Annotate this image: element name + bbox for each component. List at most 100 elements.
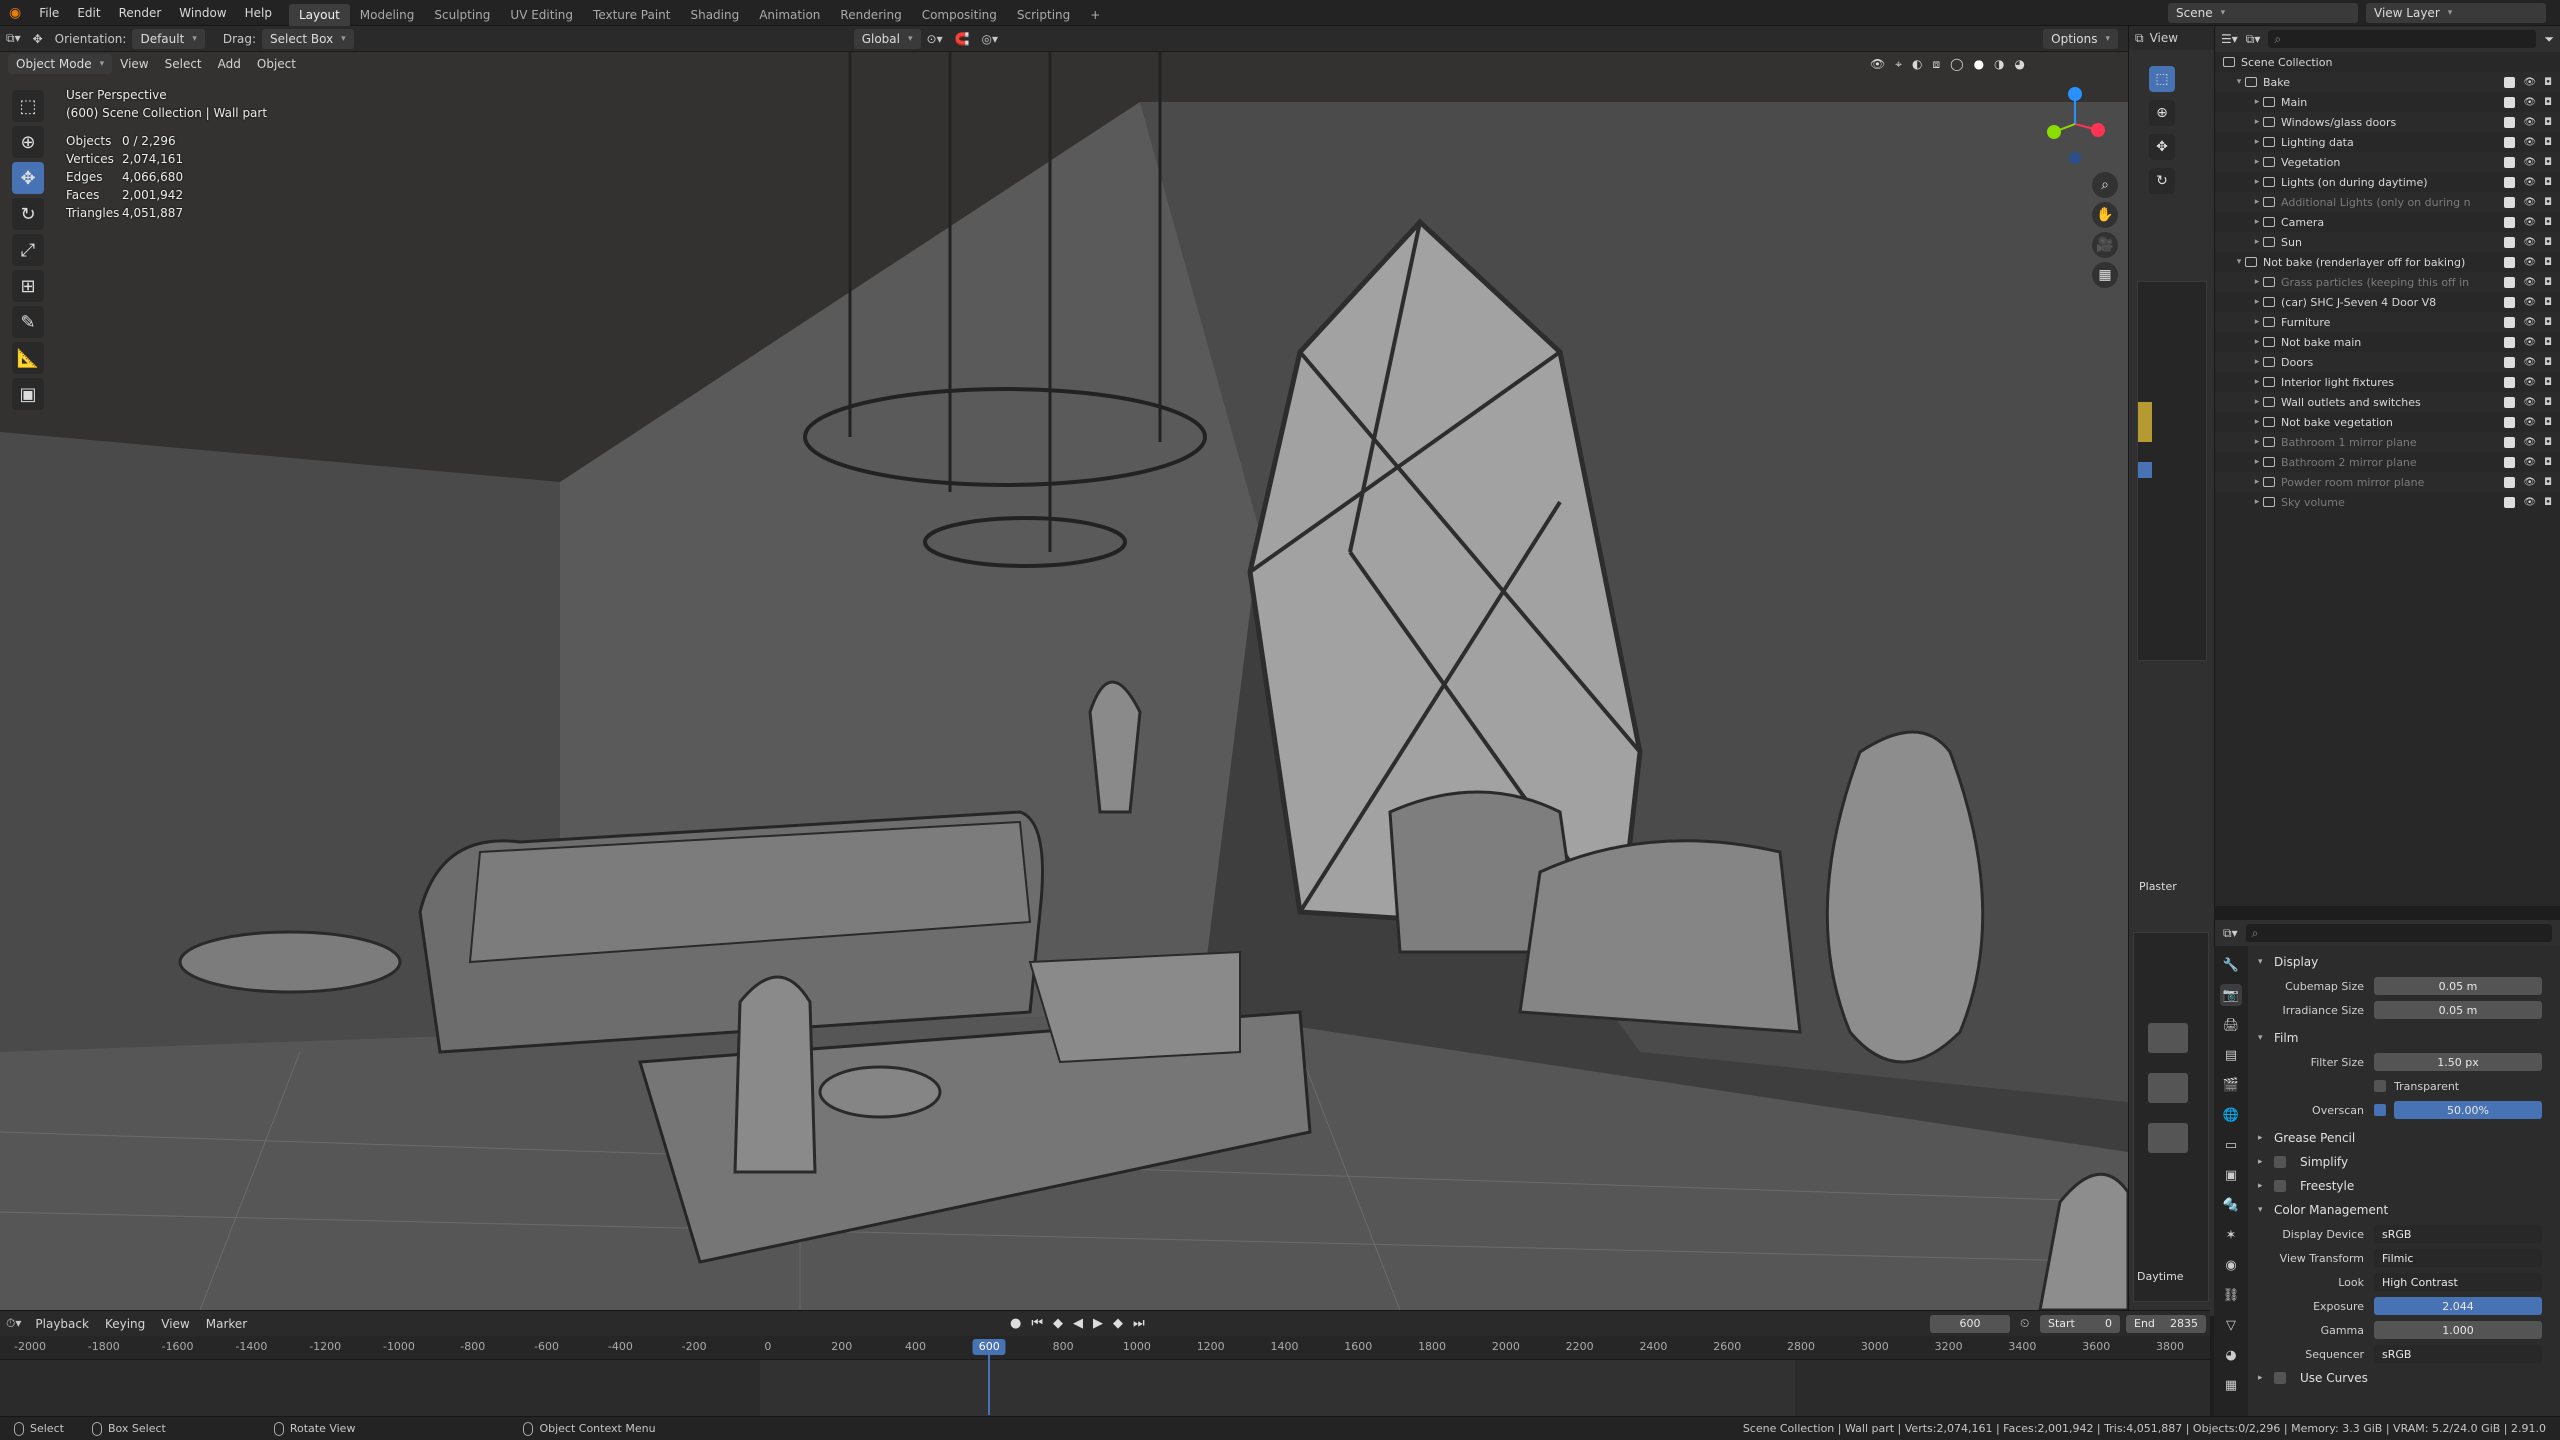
move-tool-indicator-icon[interactable]: ✥ <box>27 32 49 46</box>
record-icon[interactable]: ● <box>1010 1316 1021 1331</box>
simplify-section[interactable]: ▸ Simplify <box>2258 1150 2552 1174</box>
disclosure-caret-icon[interactable]: ▸ <box>2251 97 2263 107</box>
outliner-row[interactable]: ▾ Bake 👁 ◘ <box>2215 72 2560 92</box>
exclude-checkbox[interactable] <box>2504 396 2516 408</box>
world-tab-icon[interactable]: 🌐 <box>2220 1104 2242 1126</box>
object-mode-dropdown[interactable]: Object Mode <box>8 54 113 74</box>
eye-icon[interactable]: 👁 <box>2523 497 2536 508</box>
output-tab-icon[interactable]: 🖨 <box>2220 1014 2242 1036</box>
texture-tab-icon[interactable]: ▦ <box>2220 1374 2242 1396</box>
visibility-eye-icon[interactable]: 👁 <box>1870 57 1885 72</box>
use-curves-section[interactable]: ▸ Use Curves <box>2258 1366 2552 1390</box>
disclosure-caret-icon[interactable]: ▸ <box>2251 417 2263 427</box>
world-node-1[interactable] <box>2148 1023 2188 1053</box>
outliner-row[interactable]: ▸ Camera 👁 ◘ <box>2215 212 2560 232</box>
disclosure-caret-icon[interactable]: ▸ <box>2251 437 2263 447</box>
exclude-checkbox[interactable] <box>2504 156 2516 168</box>
outliner-row[interactable]: ▸ Not bake vegetation 👁 ◘ <box>2215 412 2560 432</box>
exclude-checkbox[interactable] <box>2504 336 2516 348</box>
disclosure-caret-icon[interactable]: ▸ <box>2251 377 2263 387</box>
display-mode-icon[interactable]: ⧉▾ <box>2246 32 2261 47</box>
tool-tab-icon[interactable]: 🔧 <box>2220 954 2242 976</box>
visibility-toggles[interactable]: 👁 ◘ <box>2504 436 2552 448</box>
node-rotate-tool-icon[interactable]: ↻ <box>2149 168 2175 194</box>
node-color[interactable] <box>2138 402 2152 442</box>
outliner-row[interactable]: ▸ Furniture 👁 ◘ <box>2215 312 2560 332</box>
eye-icon[interactable]: 👁 <box>2523 77 2536 88</box>
axis-gizmo-icon[interactable] <box>2040 82 2110 166</box>
render-icon[interactable]: ◘ <box>2544 477 2552 488</box>
transform-orientation-dropdown[interactable]: Global <box>853 28 921 49</box>
exclude-checkbox[interactable] <box>2504 376 2516 388</box>
visibility-toggles[interactable]: 👁 ◘ <box>2504 216 2552 228</box>
blender-logo-icon[interactable]: ◉ <box>0 0 30 26</box>
film-section[interactable]: ▾ Film <box>2258 1026 2552 1050</box>
outliner-row[interactable]: ▸ Bathroom 2 mirror plane 👁 ◘ <box>2215 452 2560 472</box>
menu-render[interactable]: Render <box>110 0 171 26</box>
ortho-grid-icon[interactable]: ▦ <box>2092 262 2118 288</box>
visibility-toggles[interactable]: 👁 ◘ <box>2504 336 2552 348</box>
outliner-row[interactable]: ▸ Powder room mirror plane 👁 ◘ <box>2215 472 2560 492</box>
visibility-toggles[interactable]: 👁 ◘ <box>2504 96 2552 108</box>
shading-rendered-icon[interactable]: ◕ <box>2015 57 2025 72</box>
pivot-point-icon[interactable]: ⊙▾ <box>921 32 949 46</box>
disclosure-caret-icon[interactable]: ▸ <box>2251 177 2263 187</box>
exclude-checkbox[interactable] <box>2504 476 2516 488</box>
eye-icon[interactable]: 👁 <box>2523 417 2536 428</box>
eye-icon[interactable]: 👁 <box>2523 97 2536 108</box>
disclosure-caret-icon[interactable]: ▾ <box>2233 257 2245 267</box>
eye-icon[interactable]: 👁 <box>2523 437 2536 448</box>
render-icon[interactable]: ◘ <box>2544 437 2552 448</box>
orientation-dropdown[interactable]: Default <box>132 28 205 49</box>
menu-help[interactable]: Help <box>236 0 281 26</box>
exclude-checkbox[interactable] <box>2504 196 2516 208</box>
sequencer-dropdown[interactable]: sRGB <box>2374 1345 2542 1363</box>
playhead-line[interactable] <box>988 1355 991 1415</box>
eye-icon[interactable]: 👁 <box>2523 277 2536 288</box>
outliner-editor-icon[interactable]: ☰▾ <box>2221 32 2238 46</box>
node-selected[interactable] <box>2138 462 2152 478</box>
workspace-tab-scripting[interactable]: Scripting <box>1007 4 1080 26</box>
editor-type-icon[interactable]: ⧉▾ <box>0 31 27 46</box>
display-device-dropdown[interactable]: sRGB <box>2374 1225 2542 1243</box>
select-box-tool-icon[interactable]: ⬚ <box>12 90 44 122</box>
timeline-editor-icon[interactable]: ⏱▾ <box>0 1316 27 1331</box>
eye-icon[interactable]: 👁 <box>2523 317 2536 328</box>
view-layer-selector[interactable]: View Layer <box>2366 3 2546 23</box>
render-icon[interactable]: ◘ <box>2544 97 2552 108</box>
zoom-icon[interactable]: ⌕ <box>2092 172 2118 198</box>
render-icon[interactable]: ◘ <box>2544 397 2552 408</box>
outliner-row[interactable]: ▸ Bathroom 1 mirror plane 👁 ◘ <box>2215 432 2560 452</box>
render-icon[interactable]: ◘ <box>2544 317 2552 328</box>
disclosure-caret-icon[interactable]: ▸ <box>2251 117 2263 127</box>
play-icon[interactable]: ▶ <box>1093 1316 1103 1331</box>
outliner-row[interactable]: ▸ Windows/glass doors 👁 ◘ <box>2215 112 2560 132</box>
node-canvas[interactable] <box>2137 281 2207 661</box>
move-tool-icon[interactable]: ✥ <box>12 162 44 194</box>
viewport-menu-add[interactable]: Add <box>210 54 249 74</box>
modifier-tab-icon[interactable]: 🔩 <box>2220 1194 2242 1216</box>
workspace-tab-rendering[interactable]: Rendering <box>830 4 911 26</box>
world-node-canvas[interactable] <box>2133 932 2209 1302</box>
render-icon[interactable]: ◘ <box>2544 497 2552 508</box>
exclude-checkbox[interactable] <box>2504 76 2516 88</box>
disclosure-caret-icon[interactable]: ▸ <box>2251 317 2263 327</box>
disclosure-caret-icon[interactable]: ▸ <box>2251 297 2263 307</box>
disclosure-caret-icon[interactable]: ▸ <box>2251 137 2263 147</box>
outliner-row[interactable]: ▸ (car) SHC J-Seven 4 Door V8 👁 ◘ <box>2215 292 2560 312</box>
scene-selector[interactable]: Scene <box>2168 3 2358 23</box>
visibility-toggles[interactable]: 👁 ◘ <box>2504 156 2552 168</box>
eye-icon[interactable]: 👁 <box>2523 157 2536 168</box>
options-dropdown[interactable]: Options <box>2043 28 2118 49</box>
outliner-row[interactable]: ▸ Sun 👁 ◘ <box>2215 232 2560 252</box>
outliner-row[interactable]: ▸ Interior light fixtures 👁 ◘ <box>2215 372 2560 392</box>
render-icon[interactable]: ◘ <box>2544 117 2552 128</box>
gamma-field[interactable]: 1.000 <box>2374 1321 2542 1339</box>
disclosure-caret-icon[interactable]: ▸ <box>2251 217 2263 227</box>
eye-icon[interactable]: 👁 <box>2523 357 2536 368</box>
disclosure-caret-icon[interactable]: ▸ <box>2251 457 2263 467</box>
exclude-checkbox[interactable] <box>2504 136 2516 148</box>
timeline-menu-playback[interactable]: Playback <box>27 1314 97 1334</box>
eye-icon[interactable]: 👁 <box>2523 137 2536 148</box>
overlay-toggle-icon[interactable]: ◐ <box>1912 57 1922 72</box>
